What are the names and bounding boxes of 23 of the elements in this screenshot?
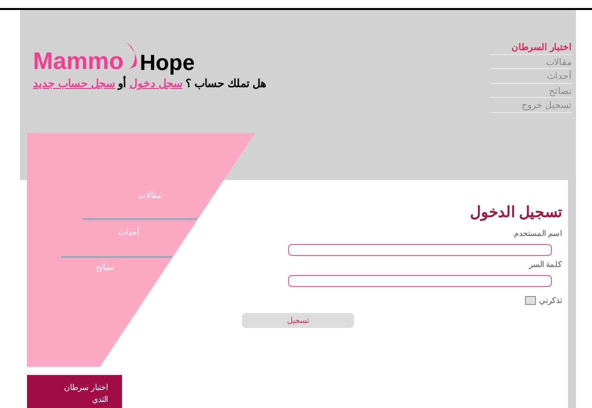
nav-link[interactable]: نصائح [490,84,572,98]
input-field[interactable] [288,244,552,256]
nav-link[interactable]: أحداث [490,69,572,84]
nav-link[interactable]: اختبار السرطان [490,40,572,54]
side-menu-link[interactable]: أحداث [118,227,139,239]
field-label: اسم المستخدم [514,228,562,240]
submit-button[interactable]: تسجيل [242,313,354,328]
logo-text: Mammo [33,50,124,74]
nav-link[interactable]: تسجيل خروج [490,98,572,112]
remember-checkbox[interactable] [525,296,536,305]
logo-text: Hope [140,52,195,74]
separator-text: أو [118,78,126,90]
field-label: كلمة السر [528,258,562,270]
input-field[interactable] [288,274,552,286]
register-link[interactable]: سجل حساب جديد [33,78,116,90]
remember-label: تذكرني [539,294,562,306]
side-menu-link[interactable]: نصائح [96,262,114,274]
side-menu-link[interactable]: مقالات [138,190,161,202]
breast-cancer-test-link[interactable]: اختبار سرطان الثدي [27,375,122,408]
login-link[interactable]: سجل دخول [129,78,182,90]
nav-link[interactable]: مقالات [490,54,572,69]
account-question: هل تملك حساب ؟ [185,78,267,90]
form-title: تسجيل الدخول [468,203,562,223]
